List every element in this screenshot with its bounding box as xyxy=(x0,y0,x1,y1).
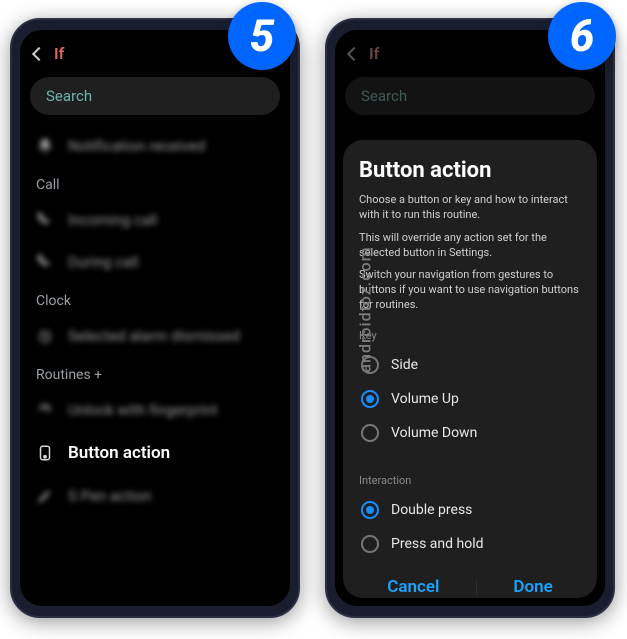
pen-icon xyxy=(36,487,54,505)
step-badge-5: 5 xyxy=(228,2,296,70)
key-group-label: Key xyxy=(359,329,581,342)
search-placeholder-left: Search xyxy=(46,87,92,105)
back-icon xyxy=(347,46,361,60)
list-item[interactable]: Selected alarm dismissed xyxy=(20,315,290,357)
search-input-right: Search xyxy=(345,77,595,115)
button-action-item[interactable]: Button action xyxy=(20,431,290,475)
radio-key-volume-down[interactable]: Volume Down xyxy=(359,416,581,450)
radio-label: Volume Down xyxy=(391,425,477,441)
modal-title: Button action xyxy=(359,158,581,183)
search-placeholder-right: Search xyxy=(361,87,407,105)
radio-label: Press and hold xyxy=(391,536,484,552)
list-item[interactable]: S Pen action xyxy=(20,475,290,517)
list-item[interactable]: Unlock with fingerprint xyxy=(20,389,290,431)
back-icon[interactable] xyxy=(32,46,46,60)
button-divider xyxy=(476,578,477,596)
badge-number: 5 xyxy=(250,10,275,62)
screen-right: If Search Button action Choose a button … xyxy=(335,30,605,606)
modal-desc-1: Choose a button or key and how to intera… xyxy=(359,193,581,223)
item-label: Incoming call xyxy=(68,211,157,229)
watermark: androidtoz.com xyxy=(356,246,375,372)
search-input-left[interactable]: Search xyxy=(30,77,280,115)
list-item[interactable]: Notification received xyxy=(20,125,290,167)
radio-key-volume-up[interactable]: Volume Up xyxy=(359,382,581,416)
button-icon xyxy=(36,444,54,462)
phone-step-5: If Search Notification received Call Inc… xyxy=(10,18,300,618)
radio-icon xyxy=(361,535,379,553)
item-label: S Pen action xyxy=(68,487,151,505)
badge-number: 6 xyxy=(570,10,595,62)
section-call-label: Call xyxy=(20,167,290,199)
radio-interaction-double-press[interactable]: Double press xyxy=(359,493,581,527)
modal-button-row: Cancel Done xyxy=(359,561,581,606)
cancel-button[interactable]: Cancel xyxy=(367,571,459,603)
item-label: Notification received xyxy=(68,137,205,155)
item-label: During call xyxy=(68,253,139,271)
item-label: Selected alarm dismissed xyxy=(68,327,240,345)
button-action-modal: Button action Choose a button or key and… xyxy=(343,140,597,598)
section-routines-label: Routines + xyxy=(20,357,290,389)
interaction-group-label: Interaction xyxy=(359,474,581,487)
item-label: Unlock with fingerprint xyxy=(68,401,218,419)
radio-interaction-press-hold[interactable]: Press and hold xyxy=(359,527,581,561)
radio-label: Volume Up xyxy=(391,391,459,407)
list-item[interactable]: Incoming call xyxy=(20,199,290,241)
bell-icon xyxy=(36,137,54,155)
radio-icon xyxy=(361,501,379,519)
header-title-left: If xyxy=(54,44,64,63)
done-button[interactable]: Done xyxy=(493,571,572,603)
item-label: Button action xyxy=(68,443,170,463)
header-title-right: If xyxy=(369,44,379,63)
radio-icon xyxy=(361,424,379,442)
modal-desc-2: This will override any action set for th… xyxy=(359,231,581,261)
modal-desc-3: Switch your navigation from gestures to … xyxy=(359,268,581,313)
radio-icon xyxy=(361,390,379,408)
screen-left: If Search Notification received Call Inc… xyxy=(20,30,290,606)
list-item[interactable]: During call xyxy=(20,241,290,283)
radio-label: Side xyxy=(391,357,418,373)
alarm-icon xyxy=(36,327,54,345)
phone-icon xyxy=(36,253,54,271)
section-clock-label: Clock xyxy=(20,283,290,315)
phone-in-icon xyxy=(36,211,54,229)
radio-key-side[interactable]: Side xyxy=(359,348,581,382)
step-badge-6: 6 xyxy=(548,2,616,70)
fingerprint-icon xyxy=(36,401,54,419)
radio-label: Double press xyxy=(391,502,472,518)
